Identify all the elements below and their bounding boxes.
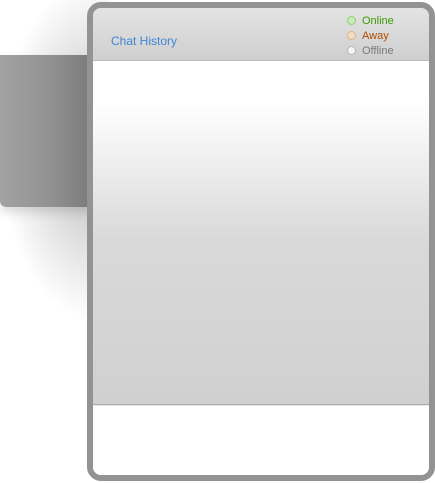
chat-messages-area[interactable] xyxy=(93,61,429,405)
chat-widget: Chat History Online Away Offline xyxy=(0,0,435,483)
side-tab[interactable] xyxy=(0,55,92,207)
legend-item-offline: Offline xyxy=(347,43,394,58)
online-status-icon xyxy=(347,16,356,25)
legend-item-away: Away xyxy=(347,28,394,43)
status-legend: Online Away Offline xyxy=(347,13,394,58)
message-input-area[interactable] xyxy=(93,405,429,475)
legend-label-away: Away xyxy=(362,29,389,42)
chat-header: Chat History Online Away Offline xyxy=(93,8,429,61)
legend-label-online: Online xyxy=(362,14,394,27)
offline-status-icon xyxy=(347,46,356,55)
legend-label-offline: Offline xyxy=(362,44,394,57)
away-status-icon xyxy=(347,31,356,40)
chat-window: Chat History Online Away Offline xyxy=(87,2,435,481)
legend-item-online: Online xyxy=(347,13,394,28)
chat-history-link[interactable]: Chat History xyxy=(111,34,177,48)
